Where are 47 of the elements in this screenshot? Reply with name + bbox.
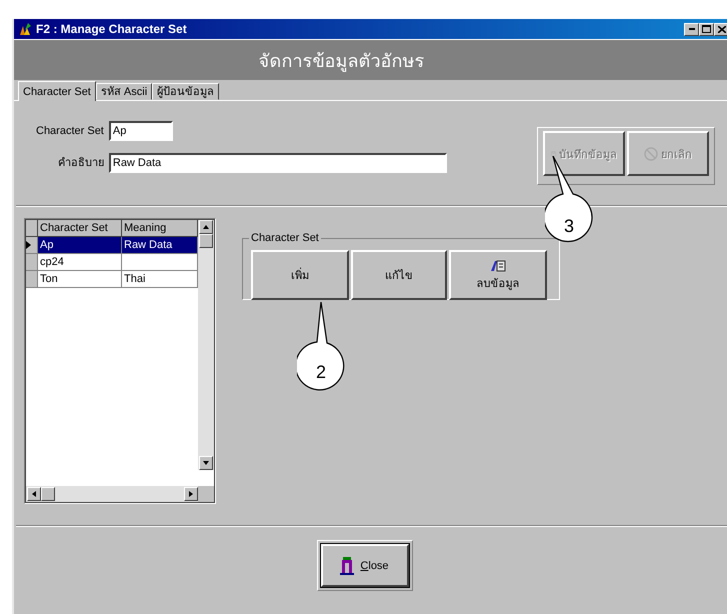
scroll-up-button[interactable] bbox=[199, 220, 213, 234]
field-label: คำอธิบาย bbox=[56, 156, 104, 171]
command-button[interactable]: เพิ่ม bbox=[251, 250, 349, 300]
table-cell: Ton bbox=[38, 271, 122, 288]
close-dialog-button[interactable]: Close bbox=[320, 544, 408, 587]
command-button[interactable]: แก้ไข bbox=[351, 250, 447, 300]
tab[interactable]: Character Set bbox=[18, 81, 96, 101]
input-field[interactable]: Ap bbox=[108, 121, 173, 141]
data-grid[interactable]: Character Set Meaning Ap Raw Data cp24 Ton Thai bbox=[24, 218, 216, 504]
app-icon bbox=[18, 22, 32, 36]
input-field[interactable]: Raw Data bbox=[108, 153, 447, 173]
field-label: Character Set bbox=[36, 124, 104, 139]
arrow-left-icon bbox=[32, 491, 36, 497]
column-header[interactable]: Character Set bbox=[38, 220, 122, 237]
maximize-button[interactable] bbox=[699, 22, 714, 36]
scrollbar[interactable] bbox=[198, 220, 214, 470]
table-cell: Ap bbox=[38, 237, 122, 254]
scroll-thumb[interactable] bbox=[41, 487, 55, 501]
arrow-right-icon bbox=[189, 491, 193, 497]
table-cell: Raw Data bbox=[122, 237, 198, 254]
arrow-down-icon bbox=[203, 461, 209, 465]
tab[interactable]: รหัส Ascii bbox=[96, 83, 152, 100]
close-button[interactable] bbox=[714, 22, 727, 36]
row-pointer-icon bbox=[26, 241, 31, 249]
row-header bbox=[26, 220, 38, 237]
close-icon bbox=[718, 26, 726, 32]
command-button[interactable]: ลบข้อมูล bbox=[449, 250, 547, 300]
scroll-right-button[interactable] bbox=[184, 487, 198, 501]
minimize-icon bbox=[688, 28, 694, 30]
scrollbar-corner bbox=[198, 486, 214, 502]
scrollbar[interactable] bbox=[26, 486, 198, 502]
cancel-icon bbox=[644, 146, 658, 160]
scroll-left-button[interactable] bbox=[27, 487, 41, 501]
arrow-up-icon bbox=[203, 225, 209, 229]
maximize-icon bbox=[702, 25, 711, 33]
header-title: จัดการข้อมูลตัวอักษร bbox=[258, 50, 424, 74]
tab[interactable]: ผู้ป้อนข้อมูล bbox=[152, 83, 220, 100]
minimize-button[interactable] bbox=[684, 22, 699, 36]
window-title: F2 : Manage Character Set bbox=[36, 22, 188, 36]
column-header[interactable]: Meaning bbox=[122, 220, 198, 237]
scroll-down-button[interactable] bbox=[199, 456, 213, 470]
table-cell: cp24 bbox=[38, 254, 122, 271]
delete-record-icon bbox=[489, 258, 507, 272]
door-icon bbox=[340, 556, 354, 574]
row-header[interactable] bbox=[26, 237, 38, 254]
group-title: Character Set bbox=[249, 232, 321, 244]
scroll-thumb[interactable] bbox=[199, 234, 213, 248]
